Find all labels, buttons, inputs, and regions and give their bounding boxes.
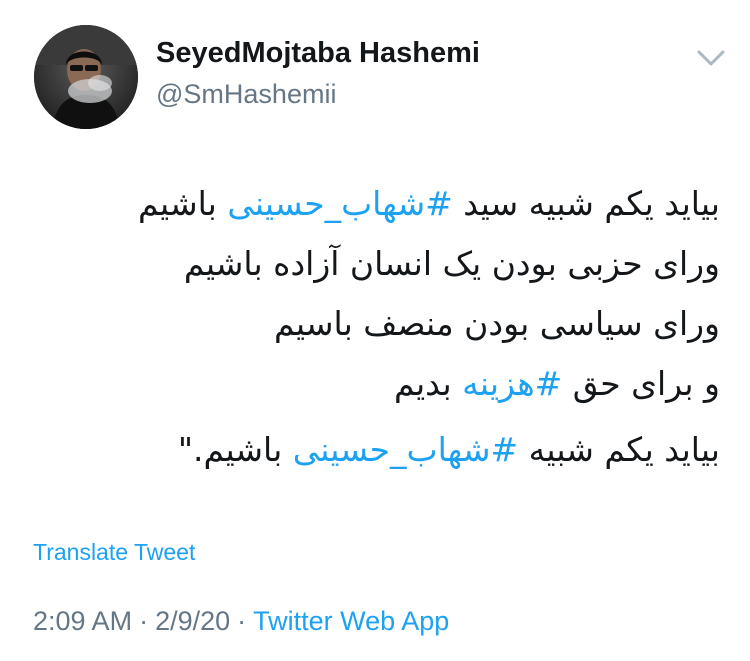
tweet-metadata: 2:09 AM · 2/9/20 · Twitter Web App (33, 606, 449, 637)
tweet-text-line: بیاید یکم شبیه #شهاب_حسینی باشیم." (30, 420, 720, 480)
hashtag-link[interactable]: #شهاب_حسینی (227, 184, 452, 223)
tweet-text-line: بیاید یکم شبیه سید #شهاب_حسینی باشیم (30, 174, 720, 234)
tweet-text-segment: بیاید یکم شبیه سید (452, 184, 720, 223)
tweet-source-link[interactable]: Twitter Web App (253, 606, 449, 636)
hashtag-link[interactable]: #هزینه (462, 364, 562, 403)
avatar[interactable] (34, 25, 138, 129)
chevron-down-icon[interactable] (694, 44, 728, 70)
tweet-text-line: ورای سیاسی بودن منصف باسیم (30, 294, 720, 354)
translate-tweet-link[interactable]: Translate Tweet (33, 539, 195, 566)
avatar-photo (34, 25, 138, 129)
tweet-text: بیاید یکم شبیه سید #شهاب_حسینی باشیم ورای… (30, 174, 720, 480)
tweet-text-line: و برای حق #هزینه بدیم (30, 354, 720, 414)
separator: · (237, 606, 247, 636)
tweet-text-segment: ورای حزبی بودن یک انسان آزاده باشیم (183, 244, 720, 283)
display-name[interactable]: SeyedMojtaba Hashemi (156, 37, 480, 70)
tweet-date[interactable]: 2/9/20 (155, 606, 230, 636)
tweet-text-segment: بیاید یکم شبیه (518, 430, 720, 469)
tweet-text-segment: ورای سیاسی بودن منصف باسیم (273, 304, 720, 343)
tweet-time[interactable]: 2:09 AM (33, 606, 132, 636)
user-handle[interactable]: @SmHashemii (156, 79, 336, 110)
tweet-text-segment: باشیم (138, 184, 228, 223)
separator: · (139, 606, 149, 636)
tweet-text-segment: باشیم." (177, 430, 293, 469)
tweet-text-line: ورای حزبی بودن یک انسان آزاده باشیم (30, 234, 720, 294)
tweet-text-segment: و برای حق (562, 364, 720, 403)
tweet-text-segment: بدیم (394, 364, 463, 403)
hashtag-link[interactable]: #شهاب_حسینی (293, 430, 518, 469)
